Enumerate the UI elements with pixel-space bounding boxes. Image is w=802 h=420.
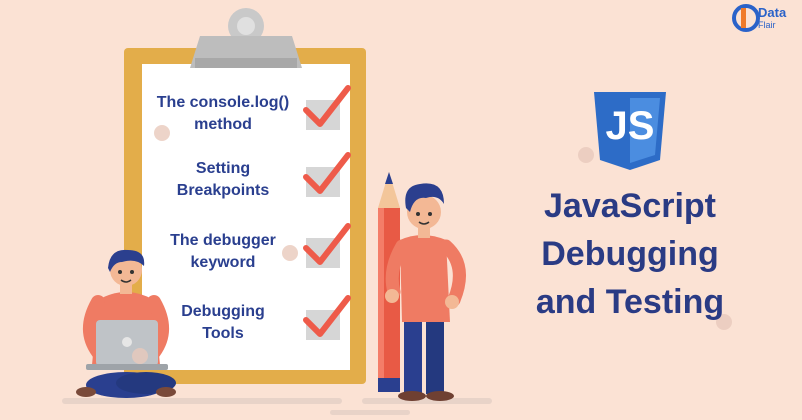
- illustration-canvas: The console.log() method Setting Breakpo…: [0, 0, 802, 420]
- checklist-item-console-log: The console.log() method: [138, 92, 308, 136]
- checklist-item-line1: Debugging: [181, 303, 265, 320]
- brand-name: Data: [758, 5, 787, 20]
- checklist-item-breakpoints: Setting Breakpoints: [138, 158, 308, 202]
- checklist-item-line1: The debugger: [170, 232, 276, 249]
- checklist-item-line2: Tools: [202, 325, 244, 342]
- checklist-item-line2: keyword: [190, 254, 256, 271]
- page-title-line2: Debugging: [541, 235, 719, 273]
- checklist-item-line1: Setting: [195, 160, 251, 177]
- person-with-pencil: [378, 172, 466, 401]
- checklist-item-line2: Breakpoints: [176, 182, 270, 199]
- brand-subname: Flair: [758, 20, 776, 30]
- checklist-item-debugger-keyword: The debugger keyword: [138, 230, 308, 274]
- brand-logo-text: Data Flair: [758, 6, 802, 32]
- js-badge-label: JS: [605, 104, 655, 148]
- checklist-item-line1: The console.log(): [156, 94, 290, 111]
- checklist-item-debugging-tools: Debugging Tools: [138, 301, 308, 345]
- dataflair-logo-icon: [732, 4, 760, 32]
- page-title-line1: JavaScript: [544, 187, 716, 225]
- floor-shadow: [62, 398, 492, 415]
- page-title-line3: and Testing: [535, 283, 725, 321]
- checklist-item-line2: method: [194, 116, 252, 133]
